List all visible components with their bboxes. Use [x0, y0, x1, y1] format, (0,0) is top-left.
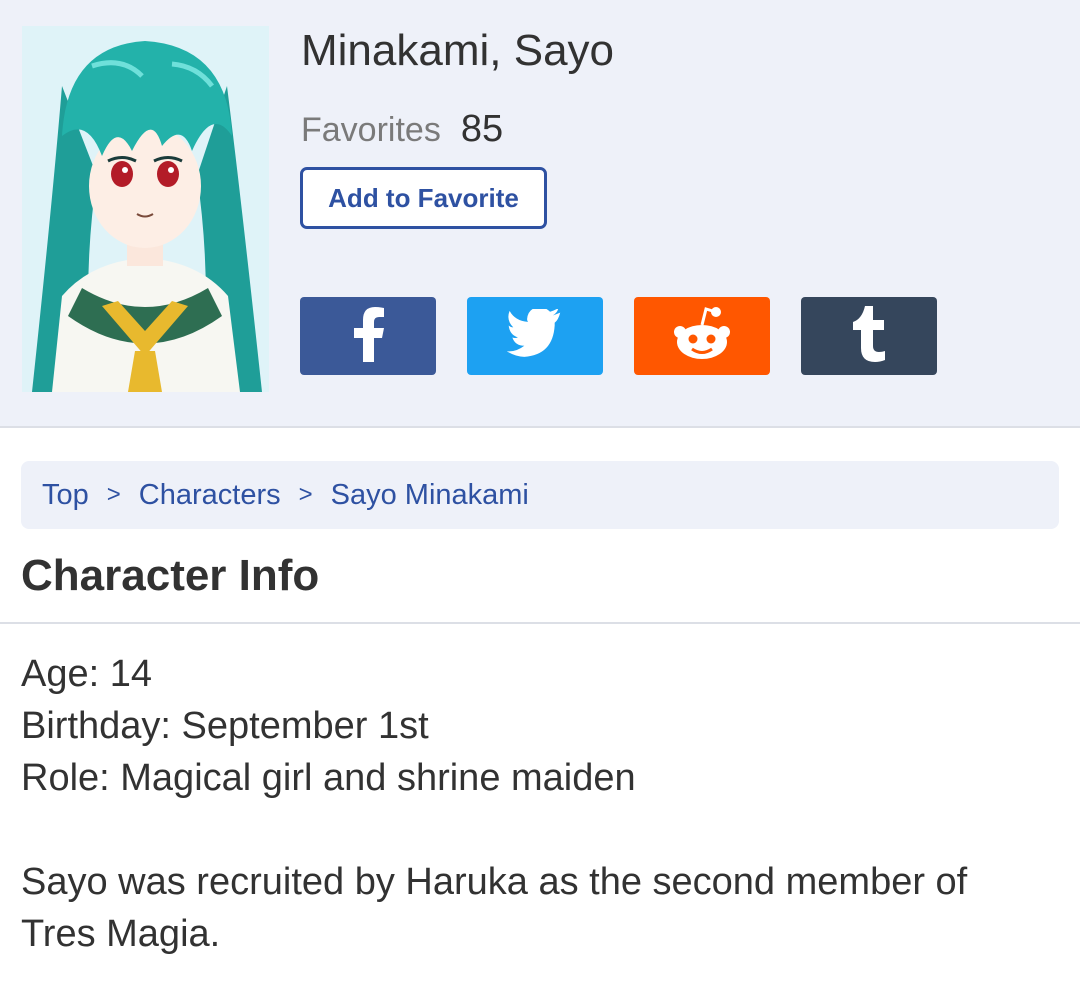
- tumblr-icon: [849, 305, 889, 367]
- reddit-icon: [672, 306, 732, 367]
- facebook-icon: [348, 306, 388, 367]
- favorites-count: 85: [460, 108, 504, 150]
- breadcrumb-top-link[interactable]: Top: [42, 479, 89, 512]
- breadcrumb-separator: >: [298, 481, 313, 508]
- section-title: Character Info: [21, 551, 320, 600]
- character-info: Age: 14 Birthday: September 1st Role: Ma…: [21, 648, 1066, 960]
- favorites-row: Favorites 85: [301, 108, 503, 151]
- share-tumblr-button[interactable]: [801, 297, 937, 375]
- info-role: Role: Magical girl and shrine maiden: [21, 757, 636, 799]
- twitter-icon: [505, 306, 565, 364]
- breadcrumb-separator: >: [106, 481, 121, 508]
- character-header: Minakami, Sayo Favorites 85 Add to Favori…: [0, 0, 1080, 428]
- breadcrumb: Top > Characters > Sayo Minakami: [21, 461, 1059, 529]
- info-description-line: Sayo was recruited by Haruka as the seco…: [21, 861, 968, 903]
- info-age: Age: 14: [21, 653, 152, 695]
- share-reddit-button[interactable]: [634, 297, 770, 375]
- section-divider: [0, 622, 1080, 624]
- breadcrumb-current-link[interactable]: Sayo Minakami: [331, 479, 529, 512]
- info-birthday: Birthday: September 1st: [21, 705, 429, 747]
- share-facebook-button[interactable]: [300, 297, 436, 375]
- share-twitter-button[interactable]: [467, 297, 603, 375]
- info-description-line: Tres Magia.: [21, 913, 221, 955]
- character-name: Minakami, Sayo: [301, 26, 615, 75]
- breadcrumb-characters-link[interactable]: Characters: [139, 479, 281, 512]
- favorites-label: Favorites: [301, 111, 441, 149]
- character-portrait: [22, 26, 269, 392]
- add-to-favorite-button[interactable]: Add to Favorite: [300, 167, 547, 229]
